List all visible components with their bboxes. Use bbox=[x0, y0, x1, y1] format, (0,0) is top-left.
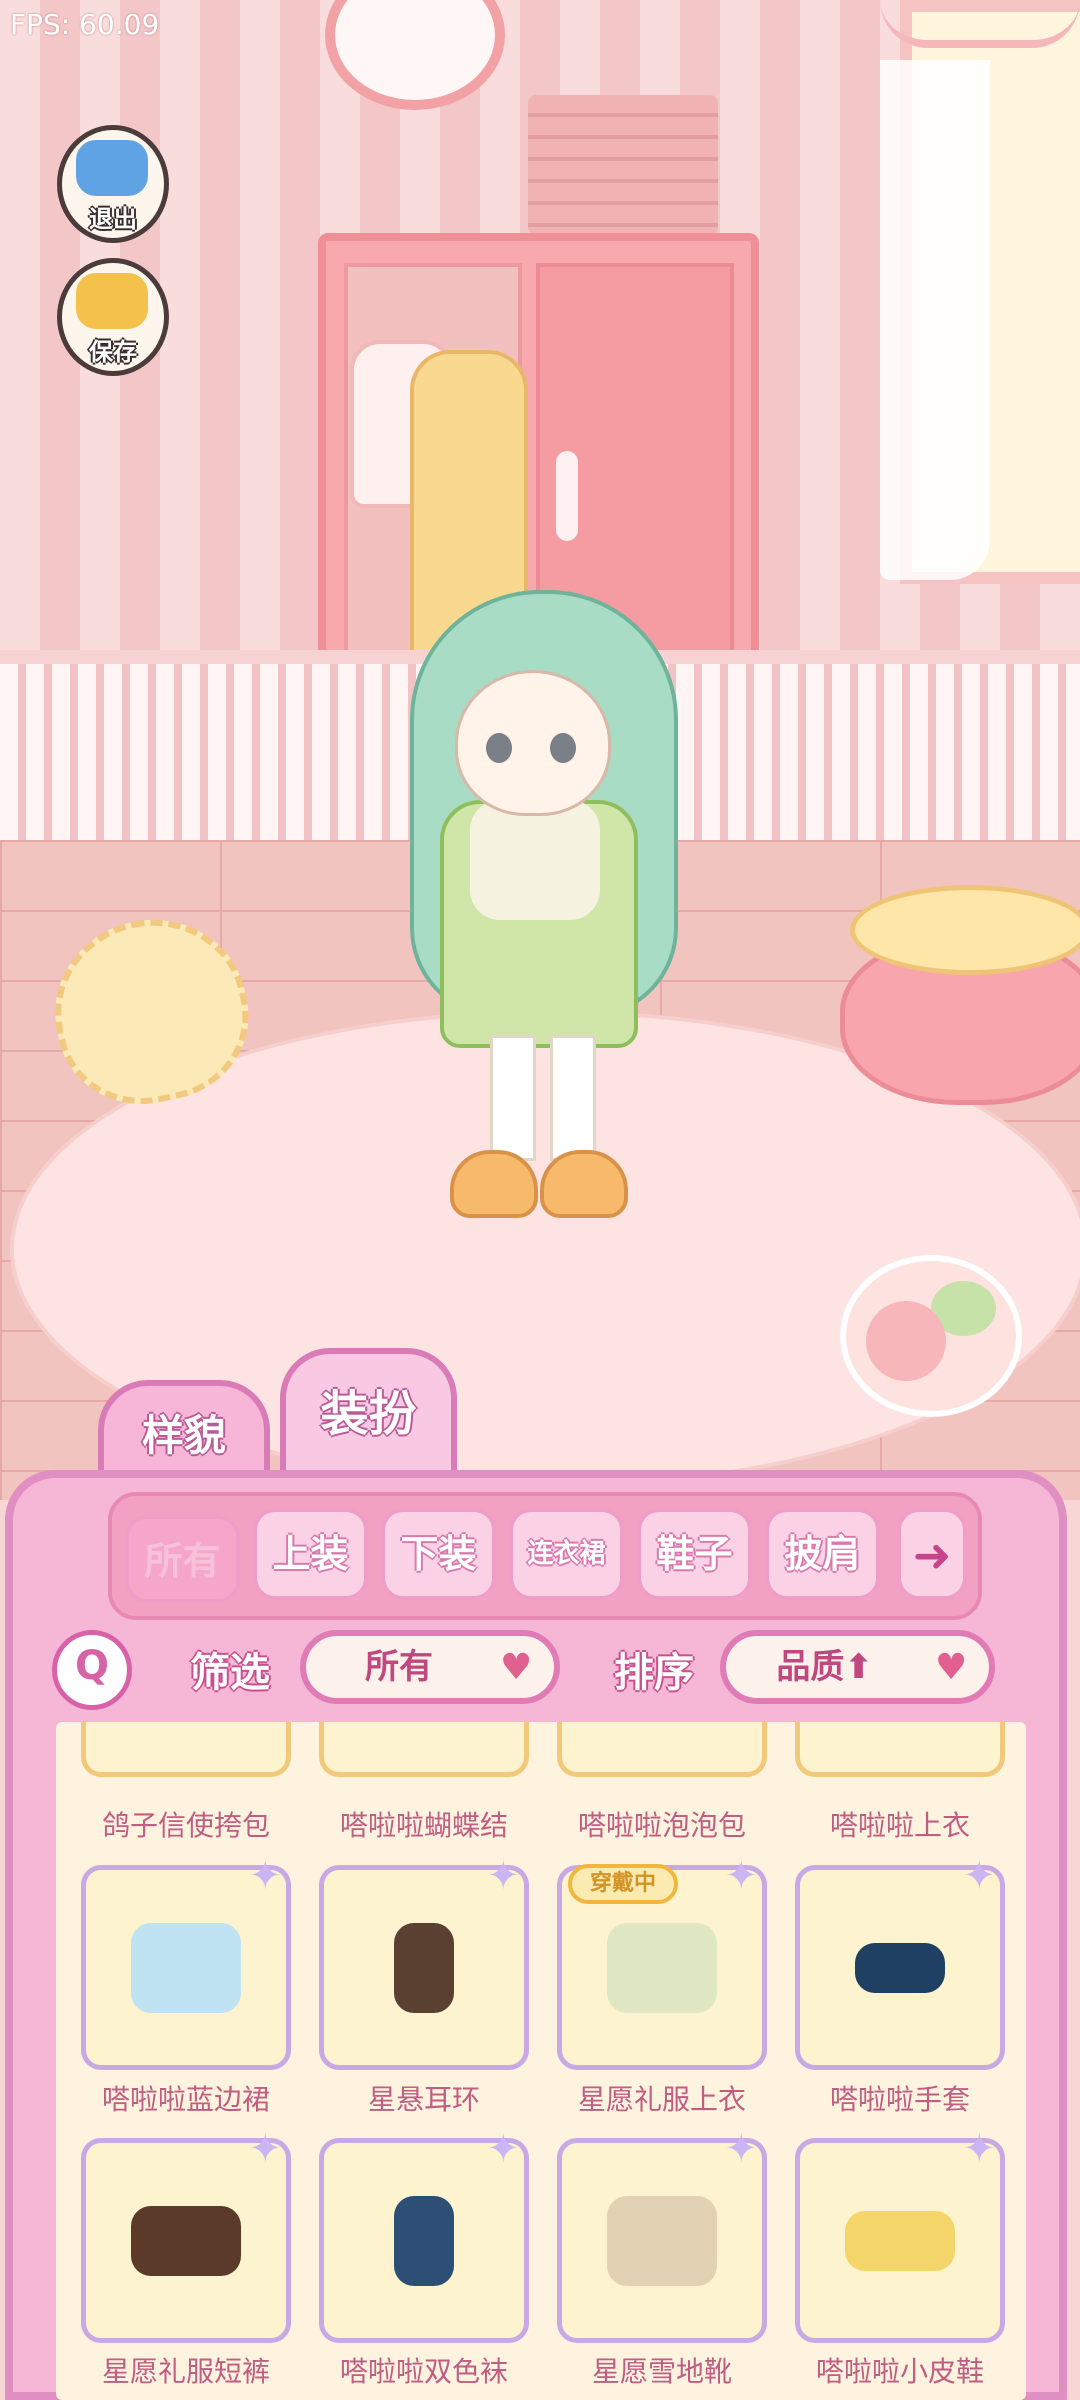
item-card[interactable]: ✦ bbox=[81, 1856, 291, 2070]
item-name: 星悬耳环 bbox=[367, 2083, 480, 2116]
player-character bbox=[370, 590, 710, 1290]
item-card[interactable]: ✦ bbox=[319, 1856, 529, 2070]
item-card[interactable]: ✦ bbox=[319, 2129, 529, 2343]
exit-icon bbox=[76, 140, 148, 196]
item-name: 嗒啦啦上衣 bbox=[829, 1809, 970, 1842]
category-tops[interactable]: 上装 bbox=[253, 1508, 368, 1600]
character-sticker-icon[interactable] bbox=[840, 1255, 1022, 1417]
save-button[interactable]: 保存 bbox=[57, 258, 169, 376]
sparkle-icon: ✦ bbox=[724, 2126, 758, 2172]
blue-skirt-icon bbox=[131, 1922, 241, 2013]
heart-dropdown-icon: ♥ bbox=[935, 1647, 968, 1688]
heart-dropdown-icon: ♥ bbox=[500, 1647, 533, 1688]
curtain bbox=[880, 60, 990, 580]
item-card-equipped[interactable]: ✦ 穿戴中 bbox=[557, 1856, 767, 2070]
item-grid: 鸽子信使挎包 嗒啦啦蝴蝶结 嗒啦啦泡泡包 嗒啦啦上衣 ✦ ✦ ✦ 穿戴中 ✦ 嗒… bbox=[56, 1722, 1026, 2400]
sparkle-icon: ✦ bbox=[724, 1853, 758, 1899]
item-name: 鸽子信使挎包 bbox=[101, 1809, 270, 1842]
item-name: 嗒啦啦蝴蝶结 bbox=[339, 1809, 508, 1842]
category-shoes[interactable]: 鞋子 bbox=[637, 1508, 752, 1600]
sort-value: 品质⬆ bbox=[776, 1647, 873, 1687]
character-face bbox=[455, 670, 611, 816]
tab-dressup[interactable]: 装扮 bbox=[280, 1348, 457, 1485]
shorts-icon bbox=[131, 2205, 241, 2276]
sparkle-icon: ✦ bbox=[962, 2126, 996, 2172]
item-name: 星愿礼服短裤 bbox=[101, 2355, 270, 2388]
item-card[interactable] bbox=[795, 1722, 1005, 1777]
bunting bbox=[880, 0, 1080, 48]
category-all[interactable]: 所有 bbox=[125, 1515, 240, 1603]
item-name: 嗒啦啦泡泡包 bbox=[577, 1809, 746, 1842]
exit-label: 退出 bbox=[89, 205, 137, 233]
storage-box bbox=[528, 95, 718, 235]
sort-label: 排序 bbox=[614, 1650, 694, 1696]
sparkle-icon: ✦ bbox=[486, 1853, 520, 1899]
sparkle-icon: ✦ bbox=[962, 1853, 996, 1899]
fps-counter: FPS: 60.09 bbox=[10, 8, 160, 41]
search-icon[interactable]: Q bbox=[52, 1630, 132, 1710]
sparkle-icon: ✦ bbox=[486, 2126, 520, 2172]
item-name: 嗒啦啦双色袜 bbox=[339, 2355, 508, 2388]
item-name: 嗒啦啦小皮鞋 bbox=[815, 2355, 984, 2388]
dress-top-icon bbox=[607, 1922, 717, 2013]
item-name: 星愿雪地靴 bbox=[591, 2355, 732, 2388]
save-icon bbox=[76, 273, 148, 329]
item-card[interactable]: ✦ bbox=[557, 2129, 767, 2343]
item-name: 星愿礼服上衣 bbox=[577, 2083, 746, 2116]
character-shoe bbox=[450, 1150, 538, 1218]
item-card[interactable]: ✦ bbox=[795, 2129, 1005, 2343]
filter-label: 筛选 bbox=[190, 1650, 270, 1696]
character-shoe bbox=[540, 1150, 628, 1218]
item-name: 嗒啦啦手套 bbox=[829, 2083, 970, 2116]
leather-shoes-icon bbox=[845, 2210, 955, 2271]
item-card[interactable]: ✦ bbox=[81, 2129, 291, 2343]
filter-dropdown[interactable]: 所有 ♥ bbox=[300, 1630, 560, 1704]
snow-boots-icon bbox=[607, 2195, 717, 2286]
sparkle-icon: ✦ bbox=[248, 2126, 282, 2172]
category-dresses[interactable]: 连衣裙 bbox=[509, 1508, 624, 1600]
item-name: 嗒啦啦蓝边裙 bbox=[101, 2083, 270, 2116]
category-bottoms[interactable]: 下装 bbox=[381, 1508, 496, 1600]
sort-dropdown[interactable]: 品质⬆ ♥ bbox=[720, 1630, 995, 1704]
socks-icon bbox=[394, 2195, 454, 2286]
save-label: 保存 bbox=[89, 338, 137, 366]
sparkle-icon: ✦ bbox=[248, 1853, 282, 1899]
item-card[interactable] bbox=[557, 1722, 767, 1777]
equipped-badge: 穿戴中 bbox=[568, 1864, 678, 1904]
gloves-icon bbox=[855, 1942, 945, 1993]
item-card[interactable] bbox=[319, 1722, 529, 1777]
category-shawls[interactable]: 披肩 bbox=[765, 1508, 880, 1600]
exit-button[interactable]: 退出 bbox=[57, 125, 169, 243]
next-arrow-icon[interactable]: ➜ bbox=[897, 1508, 967, 1600]
filter-value: 所有 bbox=[365, 1647, 433, 1687]
earring-icon bbox=[394, 1922, 454, 2013]
item-card[interactable]: ✦ bbox=[795, 1856, 1005, 2070]
item-card[interactable] bbox=[81, 1722, 291, 1777]
pouf bbox=[820, 875, 1080, 1115]
